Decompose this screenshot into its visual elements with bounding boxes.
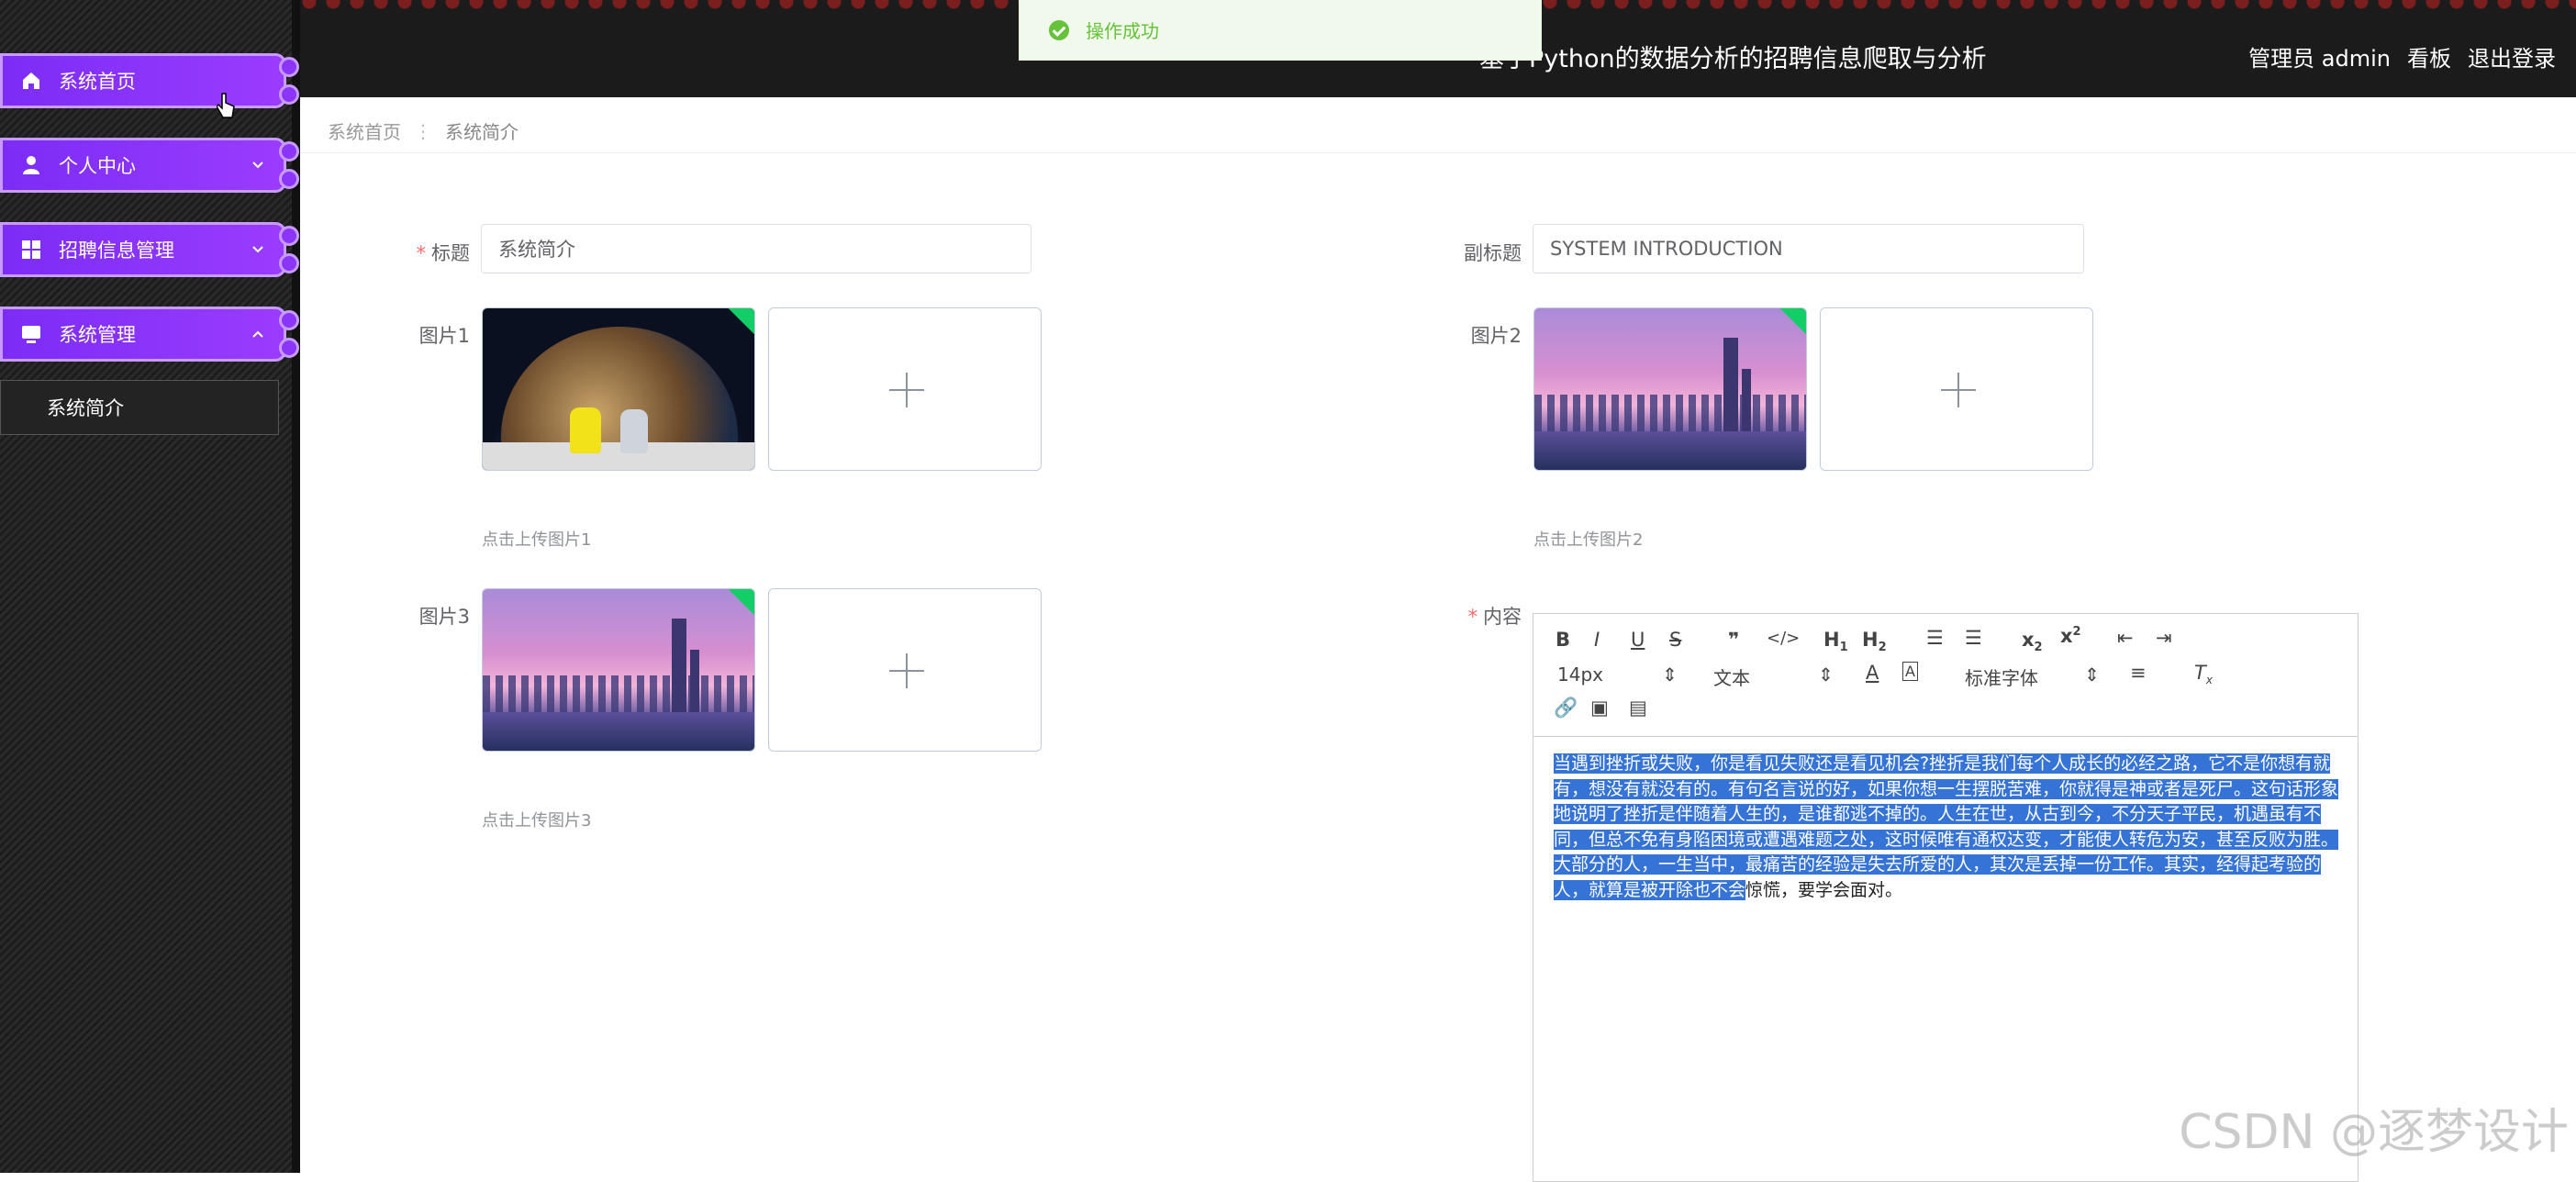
background-color-icon[interactable]: A bbox=[1902, 662, 1918, 681]
chevron-updown-icon: ⇕ bbox=[1662, 663, 1678, 686]
pic2-label: 图片2 bbox=[1441, 321, 1522, 349]
pic3-label: 图片3 bbox=[404, 602, 470, 630]
subscript-icon[interactable]: x2 bbox=[2022, 629, 2043, 654]
blockquote-icon[interactable]: ❞ bbox=[1728, 629, 1739, 651]
content-label: *内容 bbox=[1441, 602, 1522, 630]
outdent-icon[interactable]: ⇤ bbox=[2117, 627, 2134, 649]
code-icon[interactable]: </> bbox=[1767, 629, 1800, 648]
strike-icon[interactable]: S bbox=[1669, 629, 1681, 651]
sidebar-item-label: 系统管理 bbox=[59, 320, 251, 348]
ordered-list-icon[interactable]: ☰ bbox=[1926, 627, 1944, 649]
uploaded-check-icon bbox=[729, 307, 755, 334]
sidebar-item-label: 个人中心 bbox=[59, 151, 251, 179]
sidebar-item-personal[interactable]: 个人中心 bbox=[0, 138, 286, 193]
user-icon bbox=[20, 154, 42, 176]
unselected-text: 惊慌，要学会面对。 bbox=[1745, 880, 1902, 900]
home-icon bbox=[20, 70, 42, 92]
sidebar-item-jobs[interactable]: 招聘信息管理 bbox=[0, 222, 286, 277]
sidebar-item-label: 招聘信息管理 bbox=[59, 236, 251, 263]
pic2-upload-button[interactable] bbox=[1820, 307, 2093, 471]
sidebar-item-home[interactable]: 系统首页 bbox=[0, 53, 286, 108]
success-toast: 操作成功 bbox=[1019, 0, 1542, 61]
chevron-updown-icon: ⇕ bbox=[2084, 663, 2100, 686]
chevron-down-icon bbox=[251, 159, 264, 172]
breadcrumb: 系统首页 ⋮ 系统简介 bbox=[328, 117, 519, 144]
breadcrumb-home[interactable]: 系统首页 bbox=[328, 117, 401, 144]
pic3-upload-button[interactable] bbox=[768, 588, 1042, 752]
pic2-hint: 点击上传图片2 bbox=[1533, 527, 1643, 551]
header2-icon[interactable]: H2 bbox=[1862, 629, 1887, 654]
check-circle-icon bbox=[1049, 20, 1069, 40]
video-icon[interactable]: ▤ bbox=[1629, 697, 1647, 719]
breadcrumb-separator-icon: ⋮ bbox=[414, 120, 432, 142]
sidebar: 系统首页 个人中心 招聘信息管理 系统管理 系统简介 bbox=[0, 0, 300, 1173]
link-icon[interactable]: 🔗 bbox=[1554, 697, 1578, 719]
superscript-icon[interactable]: x2 bbox=[2060, 625, 2081, 647]
logout-link[interactable]: 退出登录 bbox=[2468, 40, 2556, 72]
editor-toolbar: B I U S ❞ </> H1 H2 ☰ ☰ x2 x2 ⇤ ⇥ 14px ⇕… bbox=[1533, 614, 2358, 737]
title-input[interactable]: 系统简介 bbox=[481, 224, 1032, 273]
header-select[interactable]: 文本 bbox=[1713, 663, 1750, 690]
font-family-select[interactable]: 标准字体 bbox=[1965, 663, 2038, 690]
sidebar-item-system[interactable]: 系统管理 bbox=[0, 307, 286, 362]
header1-icon[interactable]: H1 bbox=[1823, 629, 1848, 654]
dashboard-link[interactable]: 看板 bbox=[2407, 40, 2451, 72]
underline-icon[interactable]: U bbox=[1631, 629, 1645, 651]
clear-format-icon[interactable]: Tx bbox=[2194, 662, 2213, 686]
text-color-icon[interactable]: A bbox=[1866, 662, 1879, 684]
pic1-upload-button[interactable] bbox=[768, 307, 1042, 471]
mouse-cursor-icon bbox=[217, 92, 235, 119]
editor-content[interactable]: 当遇到挫折或失败，你是看见失败还是看见机会?挫折是我们每个人成长的必经之路，它不… bbox=[1554, 752, 2343, 903]
chevron-down-icon bbox=[251, 243, 264, 256]
pic1-hint: 点击上传图片1 bbox=[482, 527, 591, 551]
watermark: CSDN @逐梦设计 bbox=[2179, 1093, 2569, 1162]
pic1-thumbnail[interactable] bbox=[482, 307, 755, 471]
pic3-thumbnail[interactable] bbox=[482, 588, 755, 752]
subtitle-input[interactable]: SYSTEM INTRODUCTION bbox=[1533, 224, 2084, 273]
breadcrumb-current: 系统简介 bbox=[445, 117, 519, 144]
bold-icon[interactable]: B bbox=[1556, 629, 1570, 651]
uploaded-check-icon bbox=[729, 588, 755, 615]
uploaded-check-icon bbox=[1780, 307, 1807, 334]
pic2-thumbnail[interactable] bbox=[1533, 307, 1807, 471]
monitor-icon bbox=[20, 323, 42, 345]
pic3-hint: 点击上传图片3 bbox=[482, 808, 591, 831]
toast-message: 操作成功 bbox=[1086, 17, 1159, 43]
font-size-select[interactable]: 14px bbox=[1557, 663, 1603, 686]
sidebar-subitem-label: 系统简介 bbox=[47, 394, 124, 421]
bullet-list-icon[interactable]: ☰ bbox=[1965, 627, 1982, 649]
pic1-label: 图片1 bbox=[404, 321, 470, 349]
indent-icon[interactable]: ⇥ bbox=[2156, 627, 2172, 649]
title-label: *标题 bbox=[404, 239, 470, 266]
subtitle-label: 副标题 bbox=[1441, 239, 1522, 266]
app-title: 基于Python的数据分析的招聘信息爬取与分析 bbox=[1479, 39, 1987, 74]
chevron-updown-icon: ⇕ bbox=[1818, 663, 1834, 686]
sidebar-subitem-intro[interactable]: 系统简介 bbox=[0, 380, 279, 435]
header-actions: 管理员 admin 看板 退出登录 bbox=[2248, 40, 2556, 72]
divider bbox=[300, 152, 2576, 153]
admin-label: 管理员 admin bbox=[2248, 40, 2391, 72]
selected-text: 当遇到挫折或失败，你是看见失败还是看见机会?挫折是我们每个人成长的必经之路，它不… bbox=[1554, 753, 2338, 900]
grid-icon bbox=[20, 239, 42, 261]
align-icon[interactable]: ≡ bbox=[2130, 662, 2147, 684]
image-icon[interactable]: ▣ bbox=[1590, 697, 1609, 719]
chevron-up-icon bbox=[251, 328, 264, 340]
italic-icon[interactable]: I bbox=[1594, 629, 1600, 651]
sidebar-item-label: 系统首页 bbox=[59, 67, 286, 95]
